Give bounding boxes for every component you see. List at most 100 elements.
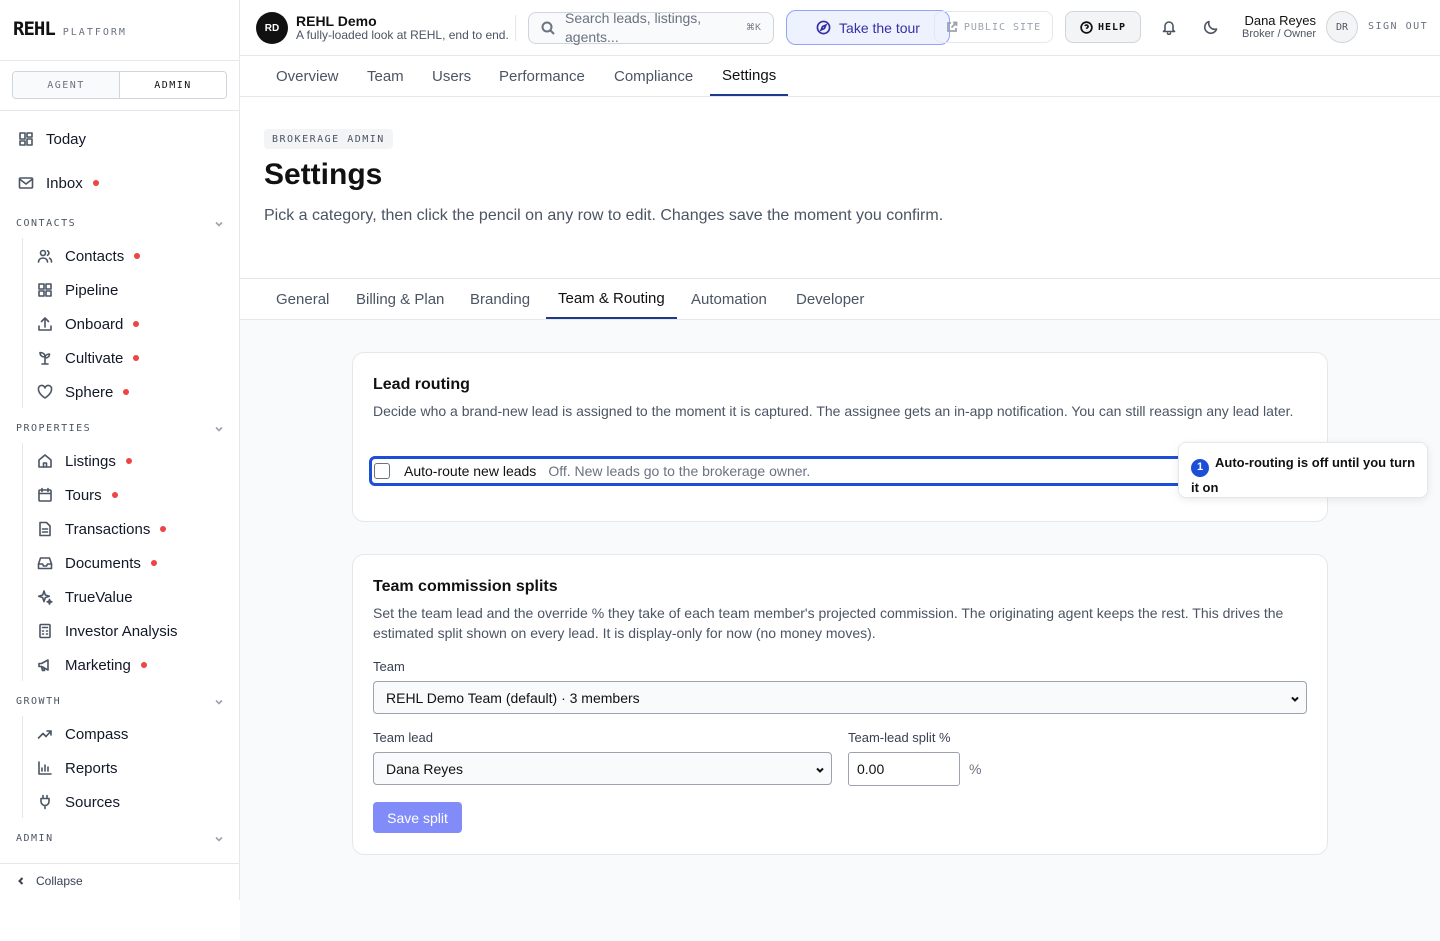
- nav-item-reports[interactable]: Reports: [37, 755, 118, 781]
- external-link-icon: [946, 21, 958, 32]
- page-title: Settings: [264, 158, 383, 191]
- section-header-growth[interactable]: GROWTH: [16, 696, 224, 707]
- sign-out-button[interactable]: SIGN OUT: [1368, 21, 1428, 32]
- role-agent-button[interactable]: AGENT: [13, 72, 119, 98]
- calendar-icon: [38, 487, 52, 502]
- nav-item-truevalue[interactable]: TrueValue: [37, 584, 133, 610]
- nav-item-pipeline[interactable]: Pipeline: [37, 277, 118, 303]
- tab-settings[interactable]: Settings: [710, 56, 789, 96]
- help-circle-icon: [1080, 20, 1093, 34]
- notification-dot: [125, 458, 132, 464]
- nav-item-documents[interactable]: Documents: [37, 550, 157, 576]
- app-logo[interactable]: REHL PLATFORM: [13, 18, 127, 40]
- section-header-contacts[interactable]: CONTACTS: [16, 218, 224, 229]
- nav-item-marketing[interactable]: Marketing: [37, 652, 147, 678]
- moon-icon[interactable]: [1203, 19, 1219, 35]
- tab-performance[interactable]: Performance: [487, 56, 597, 96]
- tab-developer[interactable]: Developer: [784, 279, 876, 319]
- card-description: Set the team lead and the override % the…: [373, 605, 1284, 641]
- notification-dot: [133, 321, 140, 327]
- notification-dot: [111, 492, 118, 498]
- help-button[interactable]: HELP: [1065, 11, 1141, 43]
- search-shortcut: ⌘K: [745, 22, 761, 32]
- nav-item-label: Contacts: [65, 247, 125, 265]
- card-title: Lead routing: [373, 376, 470, 393]
- tab-users[interactable]: Users: [420, 56, 483, 96]
- tab-compliance[interactable]: Compliance: [602, 56, 705, 96]
- mail-icon: [18, 177, 34, 189]
- nav-item-label: Transactions: [65, 520, 151, 538]
- section-header-properties[interactable]: PROPERTIES: [16, 423, 224, 434]
- top-bar: RD REHL Demo A fully-loaded look at REHL…: [240, 0, 1440, 56]
- section-title: CONTACTS: [16, 218, 77, 229]
- public-site-button[interactable]: PUBLIC SITE: [934, 11, 1053, 43]
- bar-chart-icon: [38, 761, 52, 775]
- take-tour-button[interactable]: Take the tour: [786, 10, 950, 45]
- calculator-icon: [39, 623, 51, 639]
- split-percent-input[interactable]: 0.00: [848, 752, 960, 786]
- section-header-admin[interactable]: ADMIN: [16, 833, 224, 844]
- save-split-button[interactable]: Save split: [373, 802, 462, 833]
- nav-item-contacts[interactable]: Contacts: [37, 243, 141, 269]
- nav-item-inbox[interactable]: Inbox: [18, 170, 99, 196]
- role-admin-button[interactable]: ADMIN: [119, 72, 226, 98]
- nav-item-label: Tours: [65, 486, 102, 504]
- notification-dot: [134, 253, 141, 259]
- nav-item-listings[interactable]: Listings: [37, 448, 132, 474]
- sidebar: REHL PLATFORM AGENT ADMIN Today Inbox CO…: [0, 0, 240, 900]
- divider: [515, 15, 516, 41]
- inbox-icon: [37, 557, 53, 570]
- chevron-down-icon: [215, 699, 223, 705]
- nav-item-label: Onboard: [65, 315, 124, 333]
- tab-billing-plan[interactable]: Billing & Plan: [344, 279, 456, 319]
- tab-general[interactable]: General: [264, 279, 341, 319]
- divider: [0, 110, 239, 111]
- nav-item-transactions[interactable]: Transactions: [37, 516, 167, 542]
- nav-item-label: Inbox: [46, 174, 83, 192]
- workspace-name: REHL Demo: [296, 13, 377, 29]
- search-input[interactable]: Search leads, listings, agents... ⌘K: [528, 10, 774, 45]
- team-select-value: REHL Demo Team (default) · 3 members: [386, 689, 640, 706]
- user-role: Broker / Owner: [1242, 28, 1316, 40]
- nav-item-sphere[interactable]: Sphere: [37, 379, 130, 405]
- nav-item-onboard[interactable]: Onboard: [37, 311, 140, 337]
- nav-item-label: Investor Analysis: [65, 622, 178, 640]
- tab-branding[interactable]: Branding: [458, 279, 542, 319]
- team-lead-select-value: Dana Reyes: [386, 760, 464, 777]
- collapse-sidebar-button[interactable]: Collapse: [16, 874, 83, 888]
- search-placeholder: Search leads, listings, agents...: [565, 10, 702, 45]
- brand-name: REHL: [13, 18, 56, 40]
- team-label: Team: [373, 659, 405, 674]
- upload-icon: [38, 317, 52, 331]
- megaphone-icon: [38, 659, 49, 672]
- auto-route-toggle-row[interactable]: Auto-route new leads Off. New leads go t…: [369, 456, 1189, 486]
- workspace-avatar[interactable]: RD: [256, 12, 288, 44]
- nav-item-today[interactable]: Today: [18, 126, 86, 152]
- notification-dot: [160, 526, 167, 532]
- auto-route-checkbox[interactable]: [374, 463, 390, 479]
- team-select[interactable]: REHL Demo Team (default) · 3 members: [373, 681, 1307, 714]
- user-name: Dana Reyes: [1244, 13, 1316, 28]
- nav-item-investor-analysis[interactable]: Investor Analysis: [37, 618, 178, 644]
- brand-subtitle: PLATFORM: [62, 27, 127, 38]
- nav-item-label: Reports: [65, 759, 118, 777]
- file-icon: [39, 521, 51, 537]
- nav-item-sources[interactable]: Sources: [37, 789, 120, 815]
- commission-splits-card: Team commission splits Set the team lead…: [352, 554, 1328, 855]
- tab-overview[interactable]: Overview: [264, 56, 351, 96]
- chevron-down-icon: [215, 836, 223, 842]
- bell-icon[interactable]: [1161, 19, 1177, 35]
- card-title: Team commission splits: [373, 578, 558, 595]
- tab-team[interactable]: Team: [355, 56, 416, 96]
- notification-dot: [133, 355, 140, 361]
- tab-team-routing[interactable]: Team & Routing: [546, 279, 677, 319]
- nav-item-cultivate[interactable]: Cultivate: [37, 345, 140, 371]
- nav-item-tours[interactable]: Tours: [37, 482, 118, 508]
- user-avatar[interactable]: DR: [1326, 11, 1358, 43]
- card-description: Decide who a brand-new lead is assigned …: [373, 403, 1294, 419]
- tab-automation[interactable]: Automation: [679, 279, 779, 319]
- section-rail: [22, 238, 23, 408]
- nav-item-compass[interactable]: Compass: [37, 721, 128, 747]
- team-lead-select[interactable]: Dana Reyes: [373, 752, 832, 785]
- section-rail: [22, 443, 23, 681]
